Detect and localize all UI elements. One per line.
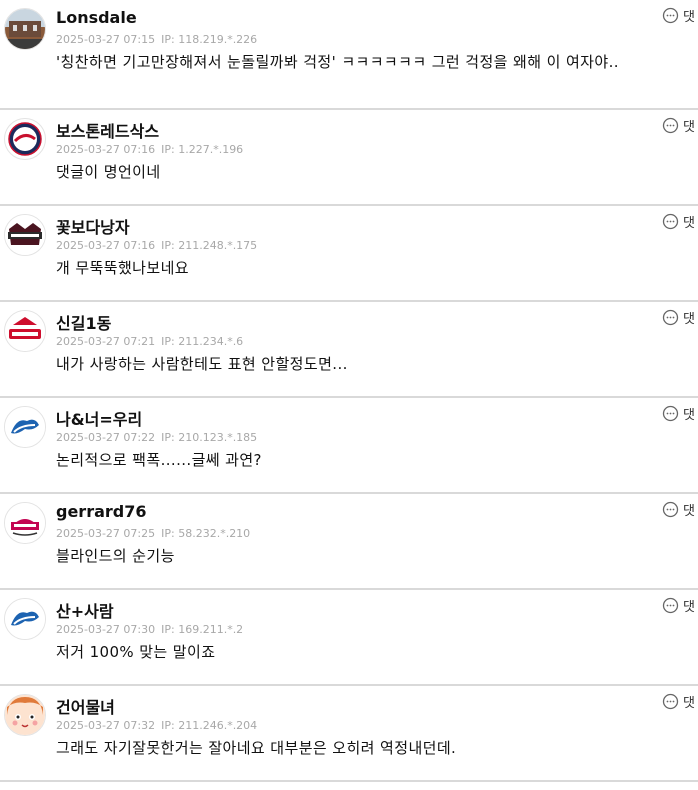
- reply-label: 댓: [683, 408, 695, 423]
- cartoon-girl-avatar[interactable]: [4, 694, 46, 736]
- reply-button[interactable]: 댓: [662, 500, 698, 519]
- timestamp: 2025-03-27 07:25: [56, 527, 156, 540]
- nickname[interactable]: 꽃보다낭자: [56, 214, 130, 238]
- comment-item: Lonsdale 2025-03-27 07:15 IP: 118.219.*.2…: [0, 0, 698, 110]
- speech-bubble-icon: [662, 7, 679, 24]
- comment-text: 논리적으로 팩폭......글쎄 과연?: [56, 451, 262, 469]
- reply-button[interactable]: 댓: [662, 596, 698, 615]
- speech-bubble-icon: [662, 213, 679, 230]
- comment-item: 산+사람 2025-03-27 07:30 IP: 169.211.*.2 저거 …: [0, 590, 698, 686]
- lions-avatar[interactable]: [4, 406, 46, 448]
- ip-address: IP: 211.248.*.175: [161, 239, 258, 252]
- nickname[interactable]: 나&너=우리: [56, 406, 142, 430]
- comment-meta: 2025-03-27 07:30 IP: 169.211.*.2: [56, 623, 243, 636]
- comment-text: 블라인드의 순기능: [56, 547, 175, 565]
- speech-bubble-icon: [662, 501, 679, 518]
- comment-meta: 2025-03-27 07:15 IP: 118.219.*.226: [56, 33, 257, 46]
- timestamp: 2025-03-27 07:15: [56, 33, 156, 46]
- reply-label: 댓: [683, 696, 695, 711]
- timestamp: 2025-03-27 07:22: [56, 431, 156, 444]
- comment-item: 보스톤레드삭스 2025-03-27 07:16 IP: 1.227.*.196 …: [0, 110, 698, 206]
- comment-text: 개 무뚝뚝했나보네요: [56, 259, 189, 277]
- lions-avatar[interactable]: [4, 598, 46, 640]
- ip-address: IP: 211.234.*.6: [161, 335, 244, 348]
- speech-bubble-icon: [662, 117, 679, 134]
- comment-meta: 2025-03-27 07:22 IP: 210.123.*.185: [56, 431, 257, 444]
- reply-button[interactable]: 댓: [662, 212, 698, 231]
- speech-bubble-icon: [662, 597, 679, 614]
- timestamp: 2025-03-27 07:21: [56, 335, 156, 348]
- twins-round-avatar[interactable]: [4, 118, 46, 160]
- photo-avatar[interactable]: [4, 8, 46, 50]
- timestamp: 2025-03-27 07:16: [56, 239, 156, 252]
- ip-address: IP: 118.219.*.226: [161, 33, 258, 46]
- reply-label: 댓: [683, 120, 695, 135]
- reply-button[interactable]: 댓: [662, 692, 698, 711]
- reply-label: 댓: [683, 216, 695, 231]
- lg-twins-avatar[interactable]: [4, 502, 46, 544]
- speech-bubble-icon: [662, 309, 679, 326]
- nickname[interactable]: gerrard76: [56, 502, 147, 521]
- ip-address: IP: 169.211.*.2: [161, 623, 244, 636]
- timestamp: 2025-03-27 07:32: [56, 719, 156, 732]
- comment-item: 꽃보다낭자 2025-03-27 07:16 IP: 211.248.*.175 …: [0, 206, 698, 302]
- reply-button[interactable]: 댓: [662, 404, 698, 423]
- comment-text: 댓글이 명언이네: [56, 163, 161, 181]
- landers-avatar[interactable]: [4, 310, 46, 352]
- comment-item: gerrard76 2025-03-27 07:25 IP: 58.232.*.2…: [0, 494, 698, 590]
- nickname[interactable]: 산+사람: [56, 598, 114, 622]
- comment-item: 나&너=우리 2025-03-27 07:22 IP: 210.123.*.185…: [0, 398, 698, 494]
- speech-bubble-icon: [662, 693, 679, 710]
- nickname[interactable]: 신길1동: [56, 310, 111, 334]
- comment-item: 건어물녀 2025-03-27 07:32 IP: 211.246.*.204 그…: [0, 686, 698, 782]
- ip-address: IP: 210.123.*.185: [161, 431, 258, 444]
- reply-label: 댓: [683, 10, 695, 25]
- comment-text: 내가 사랑하는 사람한테도 표현 안할정도면...: [56, 355, 348, 373]
- comment-list: Lonsdale 2025-03-27 07:15 IP: 118.219.*.2…: [0, 0, 698, 782]
- ip-address: IP: 1.227.*.196: [161, 143, 244, 156]
- comment-meta: 2025-03-27 07:32 IP: 211.246.*.204: [56, 719, 257, 732]
- comment-meta: 2025-03-27 07:21 IP: 211.234.*.6: [56, 335, 243, 348]
- timestamp: 2025-03-27 07:16: [56, 143, 156, 156]
- comment-meta: 2025-03-27 07:16 IP: 211.248.*.175: [56, 239, 257, 252]
- nickname[interactable]: Lonsdale: [56, 8, 137, 27]
- reply-button[interactable]: 댓: [662, 116, 698, 135]
- comment-meta: 2025-03-27 07:16 IP: 1.227.*.196: [56, 143, 243, 156]
- ip-address: IP: 58.232.*.210: [161, 527, 251, 540]
- comment-text: 저거 100% 맞는 말이죠: [56, 643, 216, 661]
- champions-avatar[interactable]: [4, 214, 46, 256]
- comment-text: 그래도 자기잘못한거는 잘아네요 대부분은 오히려 역정내던데.: [56, 739, 457, 757]
- nickname[interactable]: 건어물녀: [56, 694, 115, 718]
- reply-label: 댓: [683, 600, 695, 615]
- timestamp: 2025-03-27 07:30: [56, 623, 156, 636]
- nickname[interactable]: 보스톤레드삭스: [56, 118, 159, 142]
- reply-button[interactable]: 댓: [662, 6, 698, 25]
- comment-item: 신길1동 2025-03-27 07:21 IP: 211.234.*.6 내가 …: [0, 302, 698, 398]
- comment-meta: 2025-03-27 07:25 IP: 58.232.*.210: [56, 527, 250, 540]
- reply-label: 댓: [683, 312, 695, 327]
- reply-button[interactable]: 댓: [662, 308, 698, 327]
- comment-text: '칭찬하면 기고만장해져서 눈돌릴까봐 걱정' ㅋㅋㅋㅋㅋㅋ 그런 걱정을 왜해…: [56, 53, 619, 71]
- ip-address: IP: 211.246.*.204: [161, 719, 258, 732]
- reply-label: 댓: [683, 504, 695, 519]
- speech-bubble-icon: [662, 405, 679, 422]
